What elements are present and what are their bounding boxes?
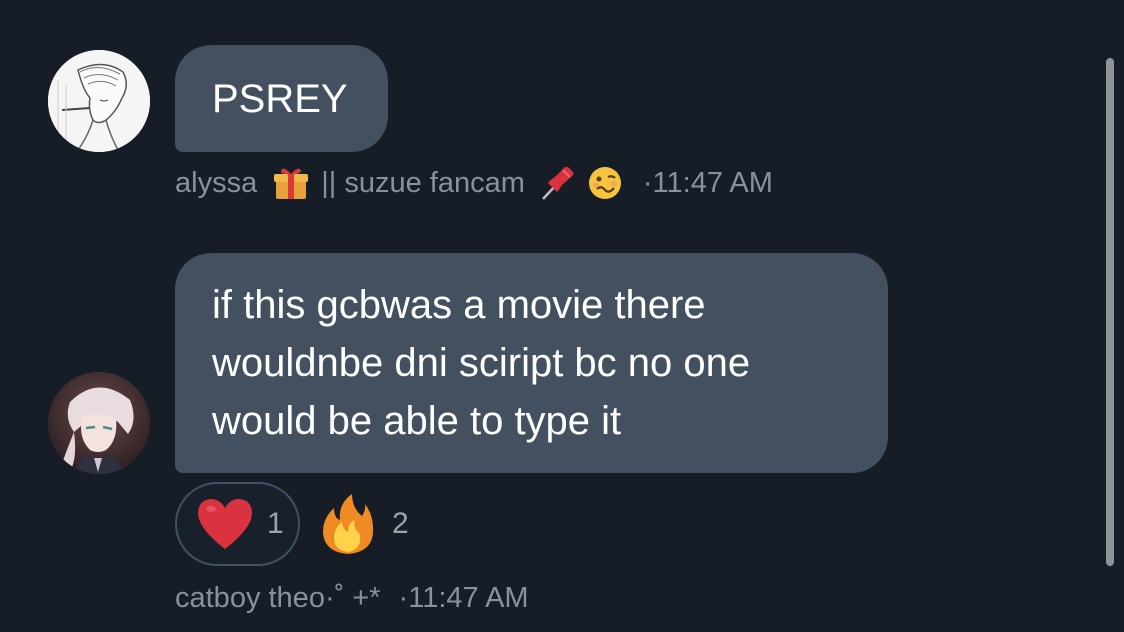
reaction-heart[interactable]: 1 — [175, 482, 300, 566]
author-name-1[interactable]: alyssa — [175, 167, 257, 200]
reaction-fire[interactable]: 2 — [318, 482, 428, 566]
author-suffix-1: || suzue fancam — [321, 166, 525, 199]
separator-dot-2: · — [398, 581, 409, 614]
heart-icon — [195, 497, 255, 551]
fire-icon — [318, 492, 378, 556]
reaction-heart-count: 1 — [267, 507, 284, 540]
separator-dot-1: · — [642, 166, 653, 199]
anime-portrait-image — [48, 372, 150, 474]
gift-icon — [271, 163, 311, 203]
timestamp-2: 11:47 AM — [408, 581, 529, 614]
message-bubble-2[interactable]: if this gcbwas a movie there wouldnbe dn… — [175, 253, 888, 473]
manga-portrait-image — [48, 50, 150, 152]
message-meta-1: alyssa || suzue fancam · 11:47 AM — [175, 163, 773, 203]
author-name-2[interactable]: catboy theo·˚ +* — [175, 582, 381, 615]
woozy-face-icon — [585, 163, 625, 203]
timestamp-1: 11:47 AM — [652, 166, 773, 199]
message-text-1: PSREY — [212, 77, 348, 121]
chat-screen: PSREY alyssa || suzue fancam · 11:47 AM … — [0, 0, 1124, 632]
message-meta-2: catboy theo·˚ +* · 11:47 AM — [175, 578, 529, 618]
avatar-catboy-theo[interactable] — [48, 372, 150, 474]
message-text-2: if this gcbwas a movie there wouldnbe dn… — [212, 283, 751, 443]
message-bubble-1[interactable]: PSREY — [175, 45, 388, 152]
avatar-alyssa[interactable] — [48, 50, 150, 152]
pushpin-icon — [537, 163, 577, 203]
reaction-fire-count: 2 — [392, 507, 409, 540]
scrollbar-thumb[interactable] — [1106, 58, 1114, 566]
